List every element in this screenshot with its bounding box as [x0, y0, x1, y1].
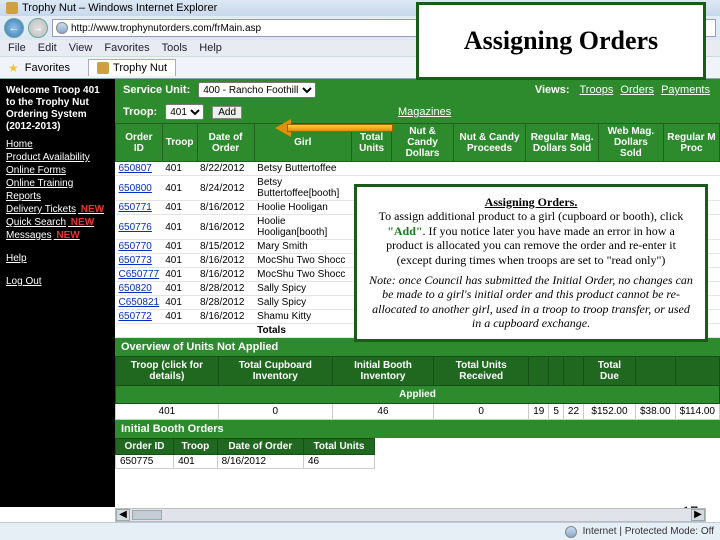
- scroll-thumb[interactable]: [132, 510, 162, 520]
- filter-bar-2: Troop: 401 Add Magazines: [115, 101, 720, 123]
- sidebar-help[interactable]: Help: [6, 253, 109, 264]
- callout-body-note: Note: once Council has submitted the Ini…: [369, 273, 693, 331]
- menu-view[interactable]: View: [69, 42, 93, 54]
- callout-title: Assigning Orders: [416, 2, 706, 80]
- service-unit-label: Service Unit:: [123, 84, 190, 96]
- favorites-star-icon[interactable]: ★: [8, 61, 19, 75]
- applied-header: Applied: [116, 386, 720, 404]
- callout-title-text: Assigning Orders: [464, 27, 658, 54]
- views-payments[interactable]: Payments: [661, 84, 710, 96]
- window-title: Trophy Nut – Windows Internet Explorer: [22, 2, 217, 14]
- service-unit-select[interactable]: 400 - Rancho Foothill: [198, 82, 316, 98]
- sidebar-item-home[interactable]: Home: [6, 139, 109, 150]
- sidebar-item-product-availability[interactable]: Product Availability: [6, 152, 109, 163]
- status-globe-icon: [565, 526, 577, 538]
- units-table: Troop (click for details)Total Cupboard …: [115, 356, 720, 420]
- sidebar-welcome: Welcome Troop 401 to the Trophy Nut Orde…: [6, 85, 109, 133]
- booth-table: Order IDTroopDate of OrderTotal Units 65…: [115, 438, 375, 469]
- tab-favicon: [97, 62, 109, 74]
- orders-col: Nut & Candy Dollars: [392, 124, 453, 162]
- sidebar-logout[interactable]: Log Out: [6, 276, 109, 287]
- booth-section-title: Initial Booth Orders: [115, 420, 720, 438]
- menu-tools[interactable]: Tools: [162, 42, 188, 54]
- magazines-link[interactable]: Magazines: [398, 106, 451, 118]
- troop-label: Troop:: [123, 106, 157, 118]
- booth-row[interactable]: 650775 401 8/16/2012 46: [116, 455, 375, 469]
- views-troops[interactable]: Troops: [580, 84, 614, 96]
- orders-col: Nut & Candy Proceeds: [453, 124, 526, 162]
- sidebar-item-reports[interactable]: Reports: [6, 191, 109, 202]
- browser-tab[interactable]: Trophy Nut: [88, 59, 176, 76]
- menu-help[interactable]: Help: [199, 42, 222, 54]
- sidebar-item-online-forms[interactable]: Online Forms: [6, 165, 109, 176]
- orders-col: Date of Order: [197, 124, 254, 162]
- menu-edit[interactable]: Edit: [38, 42, 57, 54]
- sidebar-item-quick-search[interactable]: Quick Search NEW: [6, 217, 109, 228]
- orders-col: Regular Mag. Dollars Sold: [526, 124, 599, 162]
- add-button[interactable]: Add: [212, 106, 242, 119]
- views-orders[interactable]: Orders: [620, 84, 654, 96]
- tab-label: Trophy Nut: [113, 62, 167, 74]
- troop-select[interactable]: 401: [165, 104, 204, 120]
- menu-favorites[interactable]: Favorites: [104, 42, 149, 54]
- forward-button[interactable]: →: [28, 18, 48, 38]
- back-button[interactable]: ←: [4, 18, 24, 38]
- units-row[interactable]: 401 0 46 0 19 5 22 $152.00 $38.00 $114.0…: [116, 404, 720, 420]
- status-bar: Internet | Protected Mode: Off: [0, 522, 720, 540]
- favorites-label[interactable]: Favorites: [25, 62, 70, 74]
- menu-file[interactable]: File: [8, 42, 26, 54]
- orders-col: Troop: [162, 124, 197, 162]
- arrow-annotation: [275, 121, 395, 135]
- views-label: Views:: [535, 84, 570, 96]
- orders-col: Order ID: [116, 124, 163, 162]
- scroll-left-arrow[interactable]: ◀: [116, 509, 130, 521]
- callout-body-p1: To assign additional product to a girl (…: [369, 209, 693, 267]
- callout-body: Assigning Orders. To assign additional p…: [354, 184, 708, 342]
- orders-col: Web Mag. Dollars Sold: [598, 124, 663, 162]
- globe-icon: [56, 22, 68, 34]
- sidebar-item-messages[interactable]: Messages NEW: [6, 230, 109, 241]
- callout-body-header: Assigning Orders.: [369, 195, 693, 209]
- horizontal-scrollbar[interactable]: ◀ ▶: [115, 508, 706, 522]
- sidebar-item-delivery-tickets[interactable]: Delivery Tickets NEW: [6, 204, 109, 215]
- order-row[interactable]: 6508074018/22/2012Betsy Buttertoffee: [116, 162, 720, 176]
- orders-col: Regular M Proc: [663, 124, 719, 162]
- filter-bar-1: Service Unit: 400 - Rancho Foothill View…: [115, 79, 720, 101]
- app-favicon: [6, 2, 18, 14]
- status-text: Internet | Protected Mode: Off: [583, 526, 714, 537]
- scroll-right-arrow[interactable]: ▶: [691, 509, 705, 521]
- sidebar-item-online-training[interactable]: Online Training: [6, 178, 109, 189]
- sidebar: Welcome Troop 401 to the Trophy Nut Orde…: [0, 79, 115, 507]
